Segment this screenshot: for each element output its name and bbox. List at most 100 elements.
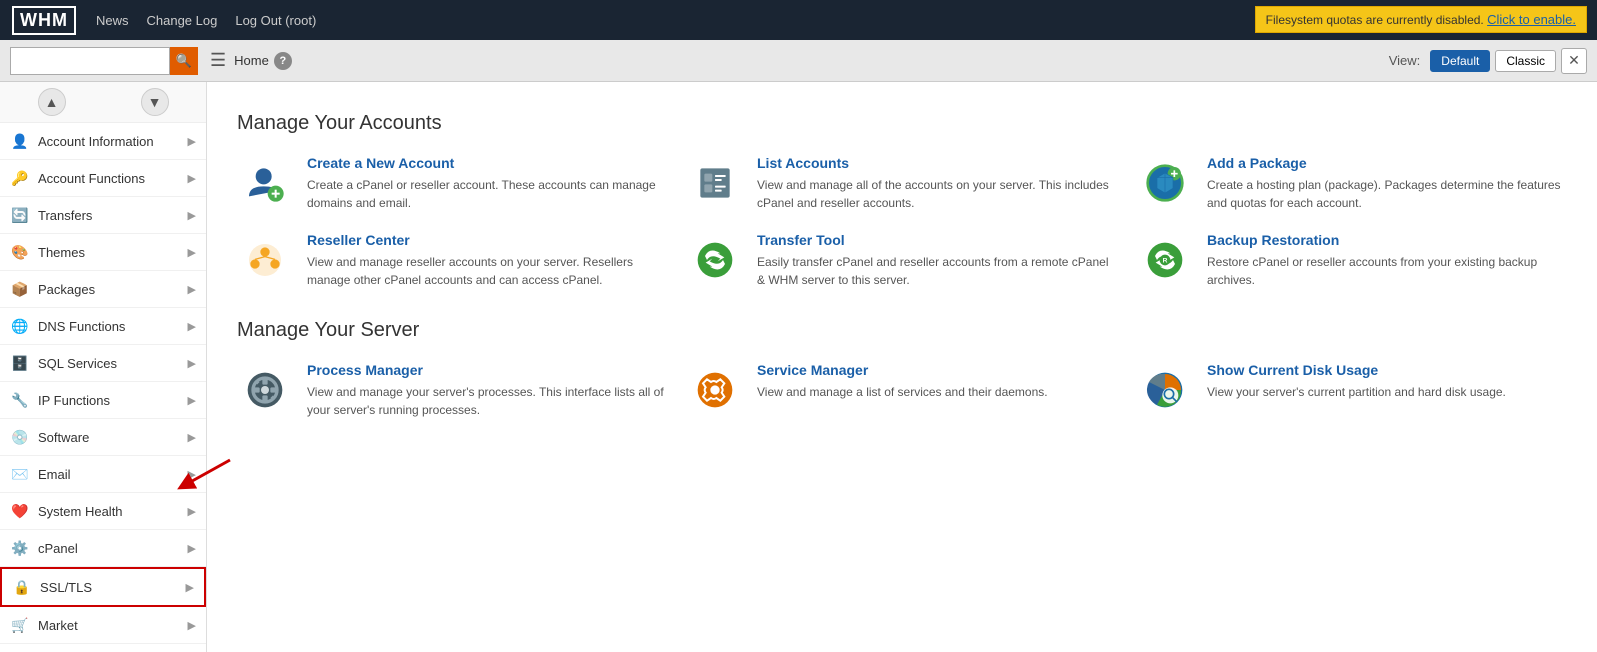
scroll-down-button[interactable]: ▼ xyxy=(141,88,169,116)
process-manager-title[interactable]: Process Manager xyxy=(307,362,667,378)
dns-functions-icon: 🌐 xyxy=(10,316,30,336)
card-reseller-center[interactable]: Reseller Center View and manage reseller… xyxy=(237,232,667,289)
arrow-icon: ▶ xyxy=(188,357,196,370)
search-button[interactable]: 🔍 xyxy=(170,47,198,75)
view-reset-button[interactable]: ✕ xyxy=(1561,48,1587,74)
accounts-cards-grid: Create a New Account Create a cPanel or … xyxy=(237,155,1567,289)
system-health-icon: ❤️ xyxy=(10,501,30,521)
sidebar-item-software[interactable]: 💿 Software ▶ xyxy=(0,419,206,456)
arrow-icon: ▶ xyxy=(188,431,196,444)
arrow-icon: ▶ xyxy=(188,468,196,481)
main-layout: ▲ ▼ 👤 Account Information ▶ 🔑 Account Fu… xyxy=(0,82,1597,652)
themes-icon: 🎨 xyxy=(10,242,30,262)
arrow-icon: ▶ xyxy=(188,135,196,148)
nav-logout[interactable]: Log Out (root) xyxy=(235,13,316,28)
section2-title: Manage Your Server xyxy=(237,319,1567,342)
sidebar-item-system-health[interactable]: ❤️ System Health ▶ xyxy=(0,493,206,530)
ssl-tls-icon: 🔒 xyxy=(12,577,32,597)
transfer-tool-text: Transfer Tool Easily transfer cPanel and… xyxy=(757,232,1117,289)
disk-usage-icon xyxy=(1137,362,1193,418)
sidebar-item-market[interactable]: 🛒 Market ▶ xyxy=(0,607,206,644)
nav-news[interactable]: News xyxy=(96,13,129,28)
search-wrap: 🔍 xyxy=(10,47,198,75)
reseller-center-title[interactable]: Reseller Center xyxy=(307,232,667,248)
sidebar-label-themes: Themes xyxy=(38,245,188,260)
sidebar-label-system-health: System Health xyxy=(38,504,188,519)
card-backup-restoration[interactable]: R Backup Restoration Restore cPanel or r… xyxy=(1137,232,1567,289)
arrow-icon: ▶ xyxy=(188,542,196,555)
ip-functions-icon: 🔧 xyxy=(10,390,30,410)
sidebar-item-email[interactable]: ✉️ Email ▶ xyxy=(0,456,206,493)
sidebar: ▲ ▼ 👤 Account Information ▶ 🔑 Account Fu… xyxy=(0,82,207,652)
add-package-desc: Create a hosting plan (package). Package… xyxy=(1207,176,1567,212)
transfer-tool-title[interactable]: Transfer Tool xyxy=(757,232,1117,248)
list-accounts-title[interactable]: List Accounts xyxy=(757,155,1117,171)
create-account-text: Create a New Account Create a cPanel or … xyxy=(307,155,667,212)
arrow-icon: ▶ xyxy=(188,619,196,632)
packages-icon: 📦 xyxy=(10,279,30,299)
sidebar-item-packages[interactable]: 📦 Packages ▶ xyxy=(0,271,206,308)
add-package-icon xyxy=(1137,155,1193,211)
sidebar-item-sql-services[interactable]: 🗄️ SQL Services ▶ xyxy=(0,345,206,382)
sidebar-scroll-controls: ▲ ▼ xyxy=(0,82,206,123)
view-default-button[interactable]: Default xyxy=(1430,50,1490,72)
view-label: View: xyxy=(1389,53,1421,68)
sidebar-label-sql-services: SQL Services xyxy=(38,356,188,371)
card-process-manager[interactable]: Process Manager View and manage your ser… xyxy=(237,362,667,419)
sidebar-label-cpanel: cPanel xyxy=(38,541,188,556)
card-add-package[interactable]: Add a Package Create a hosting plan (pac… xyxy=(1137,155,1567,212)
sidebar-item-restart-services[interactable]: 🔁 Restart Services ▶ xyxy=(0,644,206,652)
market-icon: 🛒 xyxy=(10,615,30,635)
svg-text:R: R xyxy=(1163,258,1168,265)
subbar: 🔍 ☰ Home ? View: Default Classic ✕ xyxy=(0,40,1597,82)
view-controls: View: Default Classic ✕ xyxy=(1389,48,1587,74)
disk-usage-title[interactable]: Show Current Disk Usage xyxy=(1207,362,1506,378)
sidebar-item-themes[interactable]: 🎨 Themes ▶ xyxy=(0,234,206,271)
card-disk-usage[interactable]: Show Current Disk Usage View your server… xyxy=(1137,362,1567,419)
arrow-icon: ▶ xyxy=(188,172,196,185)
search-input[interactable] xyxy=(10,47,170,75)
arrow-icon: ▶ xyxy=(186,581,194,594)
list-accounts-desc: View and manage all of the accounts on y… xyxy=(757,176,1117,212)
service-manager-desc: View and manage a list of services and t… xyxy=(757,383,1048,401)
backup-restoration-text: Backup Restoration Restore cPanel or res… xyxy=(1207,232,1567,289)
nav-changelog[interactable]: Change Log xyxy=(147,13,218,28)
sidebar-item-ip-functions[interactable]: 🔧 IP Functions ▶ xyxy=(0,382,206,419)
filesystem-alert[interactable]: Filesystem quotas are currently disabled… xyxy=(1255,6,1587,33)
alert-link[interactable]: Click to enable. xyxy=(1487,12,1576,27)
card-transfer-tool[interactable]: Transfer Tool Easily transfer cPanel and… xyxy=(687,232,1117,289)
disk-usage-text: Show Current Disk Usage View your server… xyxy=(1207,362,1506,401)
arrow-icon: ▶ xyxy=(188,320,196,333)
sidebar-label-market: Market xyxy=(38,618,188,633)
sidebar-item-account-functions[interactable]: 🔑 Account Functions ▶ xyxy=(0,160,206,197)
create-account-title[interactable]: Create a New Account xyxy=(307,155,667,171)
transfer-tool-icon xyxy=(687,232,743,288)
service-manager-title[interactable]: Service Manager xyxy=(757,362,1048,378)
sidebar-item-transfers[interactable]: 🔄 Transfers ▶ xyxy=(0,197,206,234)
service-manager-icon xyxy=(687,362,743,418)
reseller-center-desc: View and manage reseller accounts on you… xyxy=(307,253,667,289)
sidebar-item-cpanel[interactable]: ⚙️ cPanel ▶ xyxy=(0,530,206,567)
whm-logo: WHM xyxy=(12,6,76,35)
list-accounts-text: List Accounts View and manage all of the… xyxy=(757,155,1117,212)
card-create-new-account[interactable]: Create a New Account Create a cPanel or … xyxy=(237,155,667,212)
card-list-accounts[interactable]: List Accounts View and manage all of the… xyxy=(687,155,1117,212)
scroll-up-button[interactable]: ▲ xyxy=(38,88,66,116)
sidebar-item-ssl-tls[interactable]: 🔒 SSL/TLS ▶ xyxy=(0,567,206,607)
view-classic-button[interactable]: Classic xyxy=(1495,50,1556,72)
add-package-title[interactable]: Add a Package xyxy=(1207,155,1567,171)
backup-restoration-title[interactable]: Backup Restoration xyxy=(1207,232,1567,248)
sql-services-icon: 🗄️ xyxy=(10,353,30,373)
home-link[interactable]: Home xyxy=(234,53,269,68)
sidebar-item-dns-functions[interactable]: 🌐 DNS Functions ▶ xyxy=(0,308,206,345)
sidebar-item-account-information[interactable]: 👤 Account Information ▶ xyxy=(0,123,206,160)
card-service-manager[interactable]: Service Manager View and manage a list o… xyxy=(687,362,1117,419)
cpanel-icon: ⚙️ xyxy=(10,538,30,558)
sidebar-label-dns-functions: DNS Functions xyxy=(38,319,188,334)
list-accounts-icon xyxy=(687,155,743,211)
add-package-text: Add a Package Create a hosting plan (pac… xyxy=(1207,155,1567,212)
menu-icon[interactable]: ☰ xyxy=(210,50,226,71)
help-icon[interactable]: ? xyxy=(274,52,292,70)
reseller-center-icon xyxy=(237,232,293,288)
server-cards-grid: Process Manager View and manage your ser… xyxy=(237,362,1567,419)
